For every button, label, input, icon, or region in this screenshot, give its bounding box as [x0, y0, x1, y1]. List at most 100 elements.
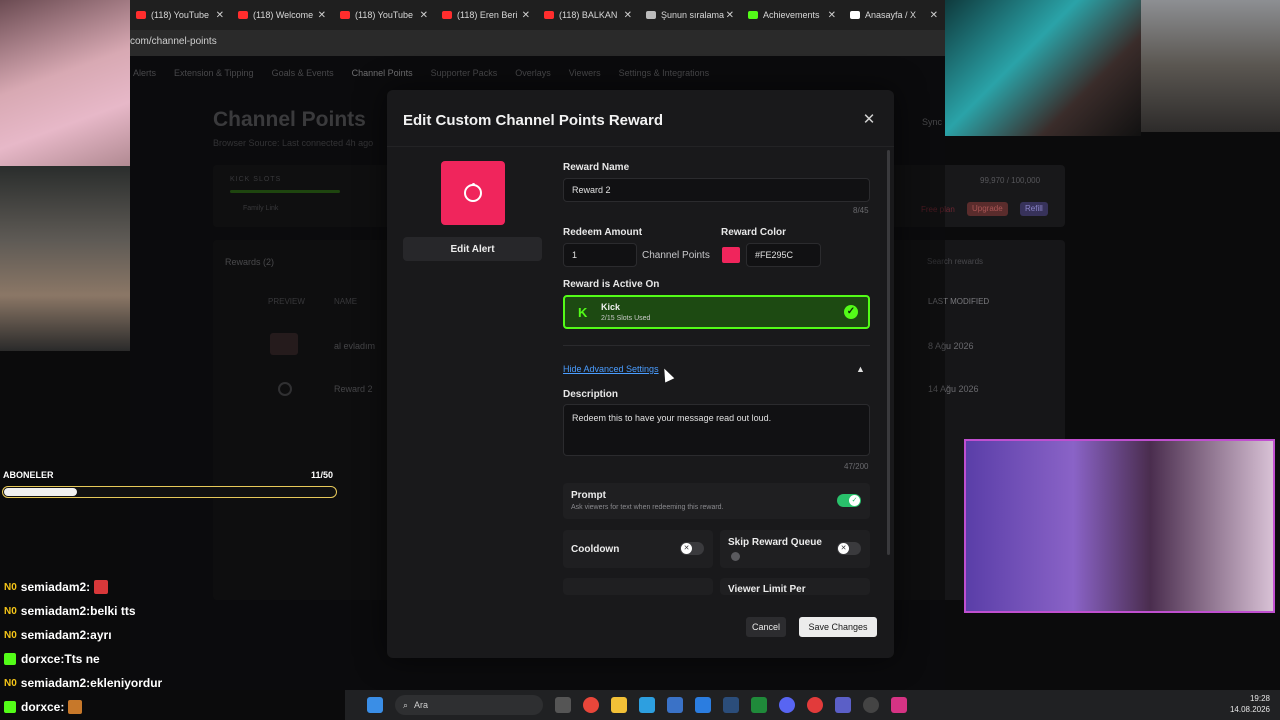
toggle-card [563, 578, 713, 595]
folder-icon[interactable] [611, 697, 627, 713]
browser-tab[interactable]: (118) YouTube ✕ [334, 3, 434, 27]
emote-icon [94, 580, 109, 594]
info-icon[interactable] [731, 552, 740, 561]
task-view-icon[interactable] [555, 697, 571, 713]
webcam-feed [1141, 0, 1280, 132]
browser-tab[interactable]: Achievements ✕ [742, 3, 842, 27]
close-tab-icon[interactable]: ✕ [420, 10, 428, 21]
chat-message: N0 semiadam2 : [4, 575, 334, 599]
youtube-icon [136, 11, 146, 19]
prompt-card: Prompt Ask viewers for text when redeemi… [563, 483, 870, 519]
edit-reward-modal: Edit Custom Channel Points Reward ✕ Edit… [387, 90, 894, 658]
active-on-label: Reward is Active On [563, 279, 660, 290]
subs-goal-bar [2, 486, 337, 498]
divider [387, 146, 894, 147]
save-changes-button[interactable]: Save Changes [799, 617, 877, 637]
outlook-icon[interactable] [695, 697, 711, 713]
chat-message: N0 semiadam2 : belki tts [4, 599, 334, 623]
reward-preview [441, 161, 505, 225]
sub-badge: N0 [4, 605, 17, 617]
close-tab-icon[interactable]: ✕ [318, 10, 326, 21]
chat-text: belki tts [90, 604, 136, 618]
chat-message: dorxce : Tts ne [4, 647, 334, 671]
reward-name-counter: 8/45 [853, 206, 869, 215]
redeem-suffix: Channel Points [642, 250, 710, 261]
app-icon[interactable] [639, 697, 655, 713]
kick-badge-icon [4, 701, 16, 713]
chat-separator: : [86, 580, 91, 594]
cancel-button[interactable]: Cancel [746, 617, 786, 637]
x-logo-icon [850, 11, 860, 19]
address-text[interactable]: com/channel-points [130, 36, 217, 47]
chrome-icon[interactable] [583, 697, 599, 713]
edit-alert-button[interactable]: Edit Alert [403, 237, 542, 261]
chat-text: ayrı [90, 628, 112, 642]
browser-tab[interactable]: (118) Welcome ✕ [232, 3, 332, 27]
divider [563, 345, 870, 346]
cooldown-toggle[interactable]: ✕ [680, 542, 704, 555]
search-icon: ⌕ [403, 699, 409, 710]
reward-ring-icon [464, 183, 482, 202]
media-icon[interactable] [807, 697, 823, 713]
hide-advanced-settings-link[interactable]: Hide Advanced Settings [563, 364, 659, 374]
close-tab-icon[interactable]: ✕ [828, 10, 836, 21]
reward-name-label: Reward Name [563, 162, 630, 173]
reward-name-input[interactable]: Reward 2 [563, 178, 870, 202]
windows-start-icon[interactable] [367, 697, 383, 713]
browser-tab[interactable]: (118) BALKAN ✕ [538, 3, 638, 27]
sub-badge: N0 [4, 629, 17, 641]
close-icon[interactable]: ✕ [862, 112, 876, 127]
prompt-toggle[interactable]: ✓ [837, 494, 861, 507]
cooldown-label: Cooldown [571, 544, 620, 555]
chat-text: ekleniyordur [90, 676, 163, 690]
kick-platform-option[interactable]: K Kick 2/15 Slots Used ✓ [563, 295, 870, 329]
store-icon[interactable] [667, 697, 683, 713]
redeem-amount-input[interactable]: 1 [563, 243, 637, 267]
obs-icon[interactable] [863, 697, 879, 713]
youtube-icon [544, 11, 554, 19]
upgrade-button[interactable]: Upgrade [967, 202, 1008, 216]
check-icon: ✓ [849, 495, 860, 506]
teams-icon[interactable] [835, 697, 851, 713]
prompt-description: Ask viewers for text when redeeming this… [571, 504, 724, 511]
taskbar-search[interactable]: ⌕ Ara [395, 695, 543, 715]
x-icon: ✕ [838, 543, 849, 554]
browser-tab[interactable]: (118) YouTube ✕ [130, 3, 230, 27]
xbox-icon[interactable] [751, 697, 767, 713]
cooldown-card: Cooldown ✕ [563, 530, 713, 568]
emote-icon [68, 700, 83, 714]
kick-icon: K [578, 305, 588, 320]
youtube-icon [442, 11, 452, 19]
reward-color-input[interactable]: #FE295C [746, 243, 821, 267]
sub-badge: N0 [4, 581, 17, 593]
kick-icon [748, 11, 758, 19]
close-tab-icon[interactable]: ✕ [624, 10, 632, 21]
description-label: Description [563, 389, 619, 400]
slots-used: 2/15 Slots Used [601, 315, 651, 322]
check-icon: ✓ [844, 305, 858, 319]
reward-color-label: Reward Color [721, 227, 787, 238]
youtube-icon [340, 11, 350, 19]
skip-queue-toggle[interactable]: ✕ [837, 542, 861, 555]
discord-icon[interactable] [779, 697, 795, 713]
viewer-limit-card: Viewer Limit Per [720, 578, 870, 595]
modal-scrollbar[interactable] [887, 150, 890, 555]
chat-username: dorxce [21, 700, 61, 714]
color-swatch[interactable] [722, 247, 740, 263]
description-textarea[interactable]: Redeem this to have your message read ou… [563, 404, 870, 456]
subs-goal-label: ABONELER [3, 470, 54, 480]
close-tab-icon[interactable]: ✕ [216, 10, 224, 21]
chevron-up-icon[interactable]: ▲ [856, 364, 865, 374]
refill-button[interactable]: Refill [1020, 202, 1048, 216]
close-tab-icon[interactable]: ✕ [930, 10, 938, 21]
steam-icon[interactable] [723, 697, 739, 713]
chat-username: semiadam2 [20, 580, 87, 594]
system-clock[interactable]: 19:28 14.08.2026 [1230, 693, 1270, 715]
close-tab-icon[interactable]: ✕ [726, 10, 734, 21]
close-tab-icon[interactable]: ✕ [522, 10, 530, 21]
browser-tab[interactable]: (118) Eren Beri ✕ [436, 3, 536, 27]
subs-goal-fill [4, 488, 77, 496]
browser-tab[interactable]: Anasayfa / X ✕ [844, 3, 944, 27]
browser-tab[interactable]: Şunun sıralama ✕ [640, 3, 740, 27]
instagram-icon[interactable] [891, 697, 907, 713]
